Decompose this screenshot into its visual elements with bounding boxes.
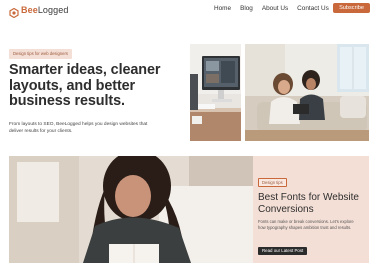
- reading-woman-photo: [9, 156, 253, 263]
- nav-blog[interactable]: Blog: [240, 5, 253, 12]
- hero-subtitle: From layouts to SEO, BeeLogged helps you…: [9, 122, 148, 134]
- feature-title[interactable]: Best Fonts for Website Conversions: [258, 192, 366, 215]
- nav-home[interactable]: Home: [214, 5, 231, 12]
- logo-prefix: Bee: [21, 5, 38, 15]
- feature-tag[interactable]: Design tips: [258, 178, 287, 187]
- feature-description: Fonts can make or break conversions. Let…: [258, 219, 354, 231]
- nav-about[interactable]: About Us: [262, 5, 288, 12]
- nav-contact[interactable]: Contact Us: [297, 5, 329, 12]
- hero-tag: Design tips for web designers: [9, 49, 72, 59]
- desk-photo: [190, 44, 241, 141]
- logo-text: BeeLogged: [21, 5, 68, 15]
- subscribe-button[interactable]: Subscribe: [333, 3, 370, 13]
- feature-card: Design tips Best Fonts for Website Conve…: [253, 156, 369, 263]
- read-latest-post-button[interactable]: Read our Latest Post: [258, 247, 308, 255]
- logo-hexagon-icon: [9, 5, 19, 19]
- site-header: BeeLogged Home Blog About Us Contact Us …: [0, 0, 379, 20]
- logo-suffix: Logged: [37, 5, 69, 15]
- hero-title: Smarter ideas, cleaner layouts, and bett…: [9, 62, 161, 110]
- logo[interactable]: BeeLogged: [9, 3, 68, 19]
- couch-photo: [245, 44, 369, 141]
- main-nav: Home Blog About Us Contact Us: [214, 5, 338, 12]
